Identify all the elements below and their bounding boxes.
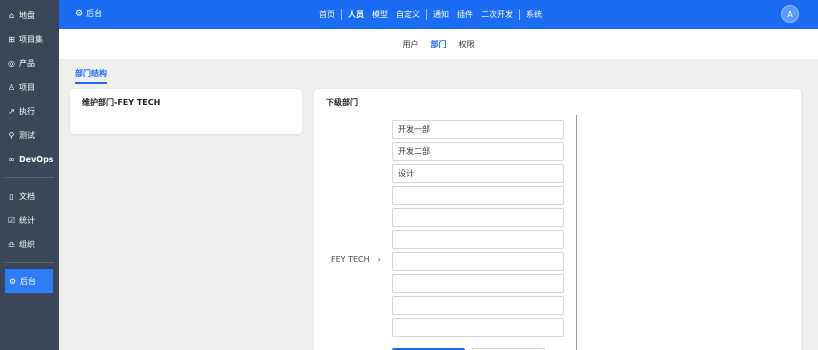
sidebar: ⌂ 地盘 ⊞ 项目集 ◎ 产品 ♙ 项目 ↗ 执行 ⚲ 测试 ∞ DevOps ▯ 文档 ☑ 统计… xyxy=(0,0,59,350)
chart-icon: ☑ xyxy=(7,215,16,225)
sidebar-item-project[interactable]: ♙ 项目 xyxy=(0,75,59,99)
dept-input[interactable] xyxy=(392,318,564,337)
dept-input[interactable] xyxy=(392,230,564,249)
top-bar: ⚙ 后台 首页 人员 模型 自定义 通知 插件 二次开发 系统 A xyxy=(59,0,818,29)
nav-system[interactable]: 系统 xyxy=(526,9,542,20)
nav-separator xyxy=(426,9,427,20)
sidebar-item-test[interactable]: ⚲ 测试 xyxy=(0,123,59,147)
sidebar-item-label: 统计 xyxy=(19,215,35,225)
tab-underline xyxy=(75,82,107,84)
sidebar-item-program[interactable]: ⊞ 项目集 xyxy=(0,27,59,51)
nav-plugin[interactable]: 插件 xyxy=(457,9,473,20)
grid-icon: ⊞ xyxy=(8,34,15,44)
sidebar-item-stats[interactable]: ☑ 统计 xyxy=(0,208,59,232)
top-nav: 首页 人员 模型 自定义 通知 插件 二次开发 系统 xyxy=(319,9,550,20)
gear-icon: ⚙ xyxy=(8,276,17,286)
sidebar-item-label: 测试 xyxy=(19,130,35,140)
card-title: 维护部门-FEY TECH xyxy=(82,98,161,107)
parent-dept: FEY TECH › xyxy=(331,255,381,264)
gear-icon: ⚙ xyxy=(75,8,84,19)
dept-input[interactable] xyxy=(392,164,564,183)
sidebar-divider xyxy=(5,262,54,263)
sidebar-item-my[interactable]: ⌂ 地盘 xyxy=(0,3,59,27)
book-icon: ▯ xyxy=(9,191,14,201)
nav-notify[interactable]: 通知 xyxy=(433,9,449,20)
nav-separator xyxy=(519,9,520,20)
sidebar-item-product[interactable]: ◎ 产品 xyxy=(0,51,59,75)
child-dept-card: 下级部门 FEY TECH › xyxy=(314,89,801,350)
search-icon: ⚲ xyxy=(8,130,15,140)
people-icon: ♎ xyxy=(7,239,16,249)
sidebar-item-label: 执行 xyxy=(19,106,35,116)
avatar[interactable]: A xyxy=(781,5,799,23)
divider xyxy=(576,115,577,350)
sidebar-item-label: 地盘 xyxy=(19,10,35,20)
infinity-icon: ∞ xyxy=(8,154,15,164)
sub-nav: 用户 部门 权限 xyxy=(59,29,818,59)
tab-user[interactable]: 用户 xyxy=(403,39,419,50)
nav-custom[interactable]: 自定义 xyxy=(396,9,420,20)
main-content: 部门结构 维护部门-FEY TECH 下级部门 FEY TECH › xyxy=(59,59,818,350)
sidebar-item-label: 项目集 xyxy=(19,34,43,44)
dept-tree-card: 维护部门-FEY TECH xyxy=(70,89,302,134)
dept-input[interactable] xyxy=(392,296,564,315)
home-icon: ⌂ xyxy=(8,10,15,20)
tab-dept-structure[interactable]: 部门结构 xyxy=(75,68,107,84)
parent-dept-name: FEY TECH xyxy=(331,255,370,264)
app-brand[interactable]: ⚙ 后台 xyxy=(75,8,102,19)
nav-separator xyxy=(341,9,342,20)
sidebar-item-label: 项目 xyxy=(19,82,35,92)
brand-label: 后台 xyxy=(86,9,103,18)
tab-label: 部门结构 xyxy=(75,69,107,78)
tab-privilege[interactable]: 权限 xyxy=(459,39,475,50)
dept-input[interactable] xyxy=(392,252,564,271)
chevron-right-icon: › xyxy=(377,255,381,264)
sidebar-item-label: 文档 xyxy=(19,191,35,201)
nav-dev[interactable]: 二次开发 xyxy=(481,9,513,20)
sidebar-item-admin[interactable]: ⚙ 后台 xyxy=(5,269,53,293)
sidebar-item-execution[interactable]: ↗ 执行 xyxy=(0,99,59,123)
card-title: 下级部门 xyxy=(326,98,358,107)
sidebar-item-label: 组织 xyxy=(19,239,35,249)
dept-input[interactable] xyxy=(392,208,564,227)
dept-input[interactable] xyxy=(392,186,564,205)
sidebar-item-label: DevOps xyxy=(19,154,54,164)
nav-model[interactable]: 模型 xyxy=(372,9,388,20)
bell-icon: ♙ xyxy=(7,82,16,92)
tab-dept[interactable]: 部门 xyxy=(431,39,447,50)
sidebar-item-label: 后台 xyxy=(20,276,36,286)
dept-input[interactable] xyxy=(392,274,564,293)
run-icon: ↗ xyxy=(8,106,15,116)
dept-input[interactable] xyxy=(392,142,564,161)
sidebar-item-doc[interactable]: ▯ 文档 xyxy=(0,184,59,208)
nav-people[interactable]: 人员 xyxy=(348,9,364,20)
dept-input[interactable] xyxy=(392,120,564,139)
sidebar-divider xyxy=(5,177,54,178)
sidebar-item-org[interactable]: ♎ 组织 xyxy=(0,232,59,256)
sidebar-item-label: 产品 xyxy=(19,58,35,68)
target-icon: ◎ xyxy=(8,58,15,68)
nav-home[interactable]: 首页 xyxy=(319,9,335,20)
sidebar-item-devops[interactable]: ∞ DevOps xyxy=(0,147,59,171)
